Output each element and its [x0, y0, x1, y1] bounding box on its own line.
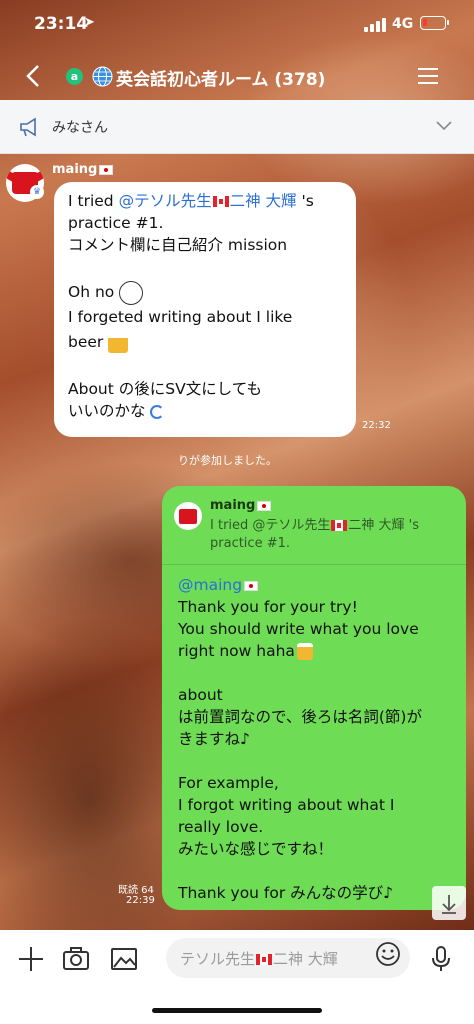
msg-line: みたいな感じですね！ [178, 840, 334, 858]
scroll-to-bottom-button[interactable] [432, 886, 466, 920]
msg-text: 's [296, 192, 314, 210]
reply-quote-text: practice #1. [210, 536, 290, 551]
canada-flag-icon [331, 520, 348, 531]
megaphone-icon [20, 117, 36, 137]
mention-text: @テソル先生 [118, 192, 212, 210]
add-button[interactable] [16, 944, 46, 974]
msg-line [178, 860, 460, 882]
crown-icon: ♛ [30, 185, 44, 199]
chat-header: a 英会話初心者ルーム (378) [0, 52, 474, 100]
msg-line: Oh no [68, 283, 120, 301]
camera-button[interactable] [61, 944, 91, 974]
system-message: りが参加しました。 [178, 454, 277, 467]
chevron-left-icon [26, 65, 39, 87]
message-input-placeholder: テソル先生 二神 大輝 [180, 948, 338, 969]
canada-flag-icon [256, 954, 273, 965]
menu-button[interactable] [416, 66, 442, 86]
sender-name-text: maing [52, 162, 98, 177]
canada-flag-icon [212, 196, 229, 207]
msg-line: いいのかな [68, 402, 146, 420]
network-type: 4G [392, 16, 414, 32]
announcement-text: みなさん [52, 120, 108, 136]
msg-line: Thank you for your try! [178, 598, 358, 616]
voice-button[interactable] [426, 944, 456, 974]
chevron-down-icon[interactable] [434, 118, 454, 134]
msg-line: I forgot writing about what I [178, 796, 395, 814]
msg-line: For example, [178, 774, 279, 792]
message-time: 22:32 [362, 420, 391, 431]
placeholder-text: テソル先生 [180, 950, 256, 968]
sender-name[interactable]: maing [52, 162, 114, 177]
msg-line: は前置詞なので、後ろは名詞(節)が [178, 708, 422, 726]
reply-avatar [174, 502, 202, 530]
home-indicator [152, 1008, 322, 1013]
divider [162, 564, 466, 565]
placeholder-text: 二神 大輝 [273, 950, 338, 968]
camera-icon [63, 947, 89, 970]
room-title[interactable]: 英会話初心者ルーム (378) [116, 65, 325, 90]
beer-emoji-icon [108, 332, 129, 353]
msg-line: きますね♪ [178, 730, 250, 748]
read-count: 既読 64 [118, 885, 154, 896]
back-button[interactable] [20, 60, 50, 92]
msg-line [178, 662, 460, 684]
shocked-face-emoji-icon [119, 280, 144, 305]
reply-quote[interactable]: I tried @テソル先生 二神 大輝 's practice #1. [210, 517, 460, 553]
arrow-down-icon [442, 895, 456, 914]
mention-link[interactable]: @maing [178, 576, 242, 594]
battery-icon [420, 16, 449, 30]
msg-line [178, 750, 460, 772]
msg-line: Thank you for みんなの学び♪ [178, 884, 394, 902]
msg-text: I tried [68, 192, 119, 210]
message-bubble-outgoing[interactable]: maing I tried @テソル先生 二神 大輝 's practice #1… [162, 486, 466, 910]
msg-line: You should write what you love [178, 620, 419, 638]
status-bar: 23:14 ➤ 4G [0, 0, 474, 52]
msg-line: About の後にSV文にしても [68, 380, 262, 398]
japan-flag-icon [99, 164, 114, 175]
emoji-button[interactable] [374, 940, 402, 968]
japan-flag-icon [244, 580, 259, 591]
msg-line: コメント欄に自己紹介 mission [68, 236, 288, 254]
microphone-icon [432, 946, 450, 971]
plus-icon [19, 947, 43, 971]
msg-line: really love. [178, 818, 264, 836]
globe-icon [92, 66, 113, 87]
smiley-icon [376, 942, 400, 966]
mention-link[interactable]: @テソル先生 二神 大輝 [119, 192, 297, 210]
location-icon: ➤ [84, 15, 95, 30]
reply-sender: maing [210, 498, 272, 513]
announcement-bar[interactable]: みなさん [0, 100, 474, 154]
beer-emoji-icon [296, 643, 313, 660]
cyclone-emoji-icon [150, 404, 165, 419]
msg-line: practice #1. [68, 214, 164, 232]
msg-line: about [178, 686, 223, 704]
reply-sender-text: maing [210, 498, 256, 513]
mention-name: 二神 大輝 [229, 192, 297, 210]
status-time: 23:14 [34, 14, 89, 34]
message-body: @maing Thank you for your try! You shoul… [178, 574, 460, 904]
photo-button[interactable] [109, 944, 139, 974]
msg-line: I forgeted writing about I like [68, 308, 293, 326]
msg-line: beer [68, 333, 104, 351]
reply-quote-text: 二神 大輝 's [348, 518, 420, 533]
message-time: 22:39 [126, 895, 155, 906]
openchat-badge-icon: a [66, 68, 83, 85]
signal-icon [364, 18, 386, 32]
message-bubble-incoming[interactable]: I tried @テソル先生 二神 大輝 's practice #1. コメント… [54, 182, 356, 437]
msg-line: right now haha [178, 642, 295, 660]
reply-quote-text: I tried @テソル先生 [210, 518, 331, 533]
japan-flag-icon [257, 500, 272, 511]
image-icon [111, 948, 137, 970]
